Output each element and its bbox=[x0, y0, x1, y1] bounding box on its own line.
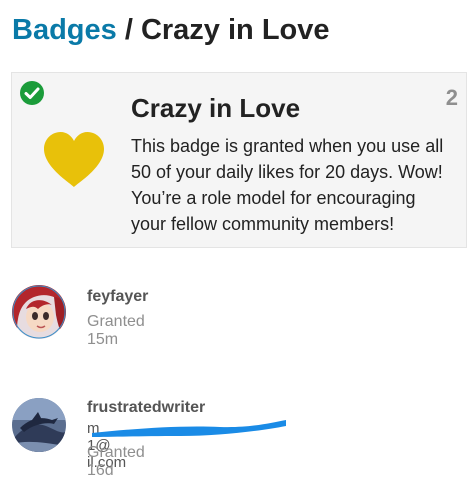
avatar[interactable] bbox=[12, 285, 66, 339]
username-link[interactable]: frustratedwriter bbox=[87, 399, 205, 417]
page-title: Crazy in Love bbox=[140, 14, 330, 46]
username-link[interactable]: feyfayer bbox=[87, 288, 148, 306]
breadcrumb-badges-link[interactable]: Badges bbox=[12, 14, 117, 46]
badge-grant-count: 2 bbox=[445, 85, 458, 110]
page-header: Badges / Crazy in Love bbox=[12, 14, 330, 47]
badge-card: 2 Crazy in Love This badge is granted wh… bbox=[11, 72, 467, 248]
badge-description: This badge is granted when you use all 5… bbox=[131, 136, 444, 234]
heart-icon bbox=[44, 132, 104, 187]
check-circle-icon bbox=[20, 81, 44, 105]
granted-time: Granted 16d bbox=[87, 444, 145, 479]
granted-time: Granted 15m bbox=[87, 313, 145, 348]
avatar[interactable] bbox=[12, 398, 66, 452]
badge-title: Crazy in Love bbox=[131, 93, 301, 123]
breadcrumb-separator: / bbox=[124, 14, 133, 46]
redaction-scribble bbox=[92, 420, 286, 437]
